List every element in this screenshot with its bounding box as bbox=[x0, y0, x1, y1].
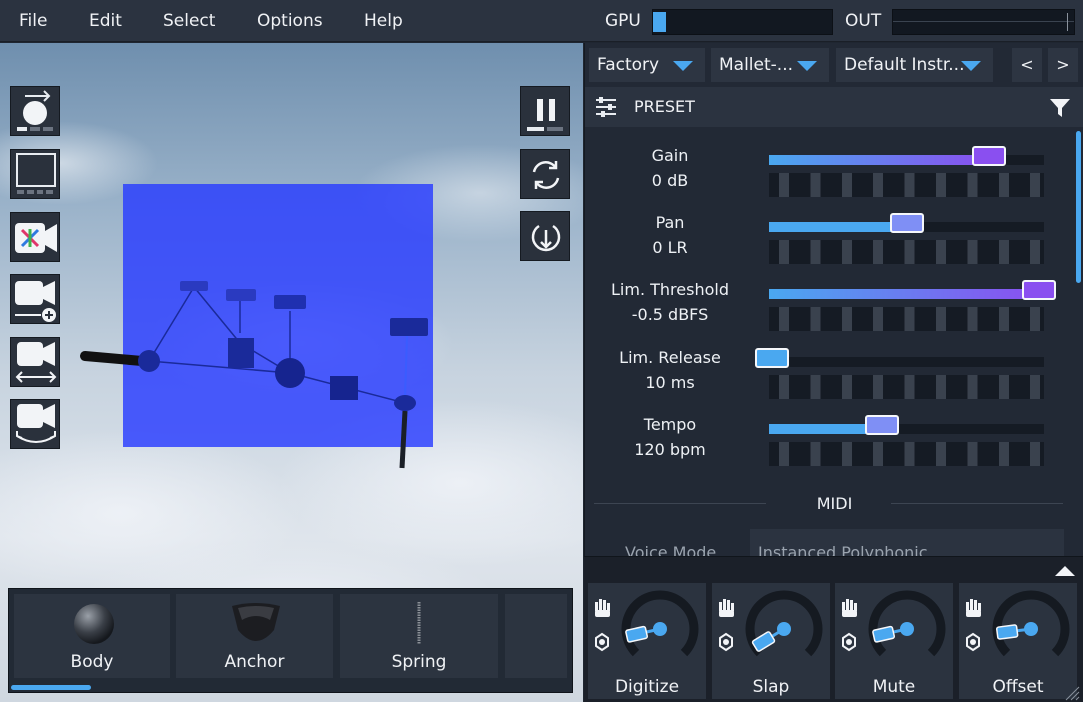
bank-dropdown-value: Factory bbox=[597, 55, 660, 75]
param-slider-knob[interactable] bbox=[1021, 280, 1056, 300]
macro-knob[interactable] bbox=[959, 583, 1077, 675]
anchor-icon bbox=[232, 603, 280, 641]
out-label: OUT bbox=[845, 11, 882, 31]
param-slider[interactable] bbox=[769, 415, 1044, 435]
menu-edit[interactable]: Edit bbox=[89, 11, 122, 31]
hexagon-icon bbox=[842, 632, 856, 652]
palette-item-spring[interactable]: Spring bbox=[340, 594, 498, 678]
gpu-label: GPU bbox=[605, 11, 641, 31]
hand-icon bbox=[719, 599, 734, 617]
macro-slap: Slap bbox=[712, 583, 830, 699]
param-slider[interactable] bbox=[754, 348, 1044, 368]
macro-mute: Mute bbox=[835, 583, 953, 699]
macro-label: Offset bbox=[992, 677, 1044, 697]
bank-dropdown[interactable]: Factory bbox=[589, 48, 705, 82]
hand-icon bbox=[966, 599, 981, 617]
palette-item-anchor[interactable]: Anchor bbox=[176, 594, 333, 678]
param-modulation-strip[interactable] bbox=[769, 375, 1044, 399]
menu-options[interactable]: Options bbox=[257, 11, 323, 31]
menu-select[interactable]: Select bbox=[163, 11, 215, 31]
preset-dropdown[interactable]: Default Instr... bbox=[836, 48, 993, 82]
param-slider-fill bbox=[769, 222, 907, 232]
palette-item-more[interactable] bbox=[505, 594, 567, 678]
next-preset-button[interactable]: > bbox=[1048, 48, 1078, 82]
param-name: Gain bbox=[651, 146, 689, 165]
palette-item-body[interactable]: Body bbox=[14, 594, 170, 678]
param-name: Lim. Threshold bbox=[611, 280, 729, 299]
spring-icon bbox=[417, 602, 421, 644]
preset-dropdown-value: Default Instr... bbox=[844, 55, 965, 75]
param-modulation-strip[interactable] bbox=[769, 240, 1044, 264]
param-value: -0.5 dBFS bbox=[631, 305, 709, 324]
macro-label: Slap bbox=[752, 677, 790, 697]
out-meter bbox=[892, 9, 1075, 35]
param-value: 10 ms bbox=[645, 373, 695, 392]
sliders-icon bbox=[596, 97, 616, 117]
filter-icon[interactable] bbox=[1049, 97, 1071, 119]
param-slider[interactable] bbox=[769, 146, 1044, 166]
menu-bar: File Edit Select Options Help GPU OUT bbox=[0, 0, 1083, 42]
param-name: Tempo bbox=[643, 415, 697, 434]
macro-digitize: Digitize bbox=[588, 583, 706, 699]
macro-knob[interactable] bbox=[835, 583, 953, 675]
macro-label: Digitize bbox=[614, 677, 680, 697]
hexagon-icon bbox=[966, 632, 980, 652]
resize-grip-icon[interactable] bbox=[1062, 685, 1080, 701]
sphere-icon bbox=[74, 604, 114, 644]
param-modulation-strip[interactable] bbox=[769, 173, 1044, 197]
chevron-down-icon bbox=[797, 61, 817, 71]
param-slider-knob[interactable] bbox=[864, 415, 899, 435]
macro-section: Digitize Slap Mute Offset bbox=[584, 556, 1083, 702]
param-slider-knob[interactable] bbox=[972, 146, 1006, 166]
param-slider[interactable] bbox=[769, 213, 1044, 233]
gpu-meter bbox=[652, 9, 833, 35]
hand-icon bbox=[842, 599, 857, 617]
macro-label: Mute bbox=[872, 677, 916, 697]
hexagon-icon bbox=[719, 632, 733, 652]
palette-scrollbar[interactable] bbox=[11, 685, 91, 690]
chevron-down-icon bbox=[673, 61, 693, 71]
prev-preset-button[interactable]: < bbox=[1012, 48, 1042, 82]
preset-header: PRESET bbox=[585, 87, 1083, 127]
macro-knob[interactable] bbox=[712, 583, 830, 675]
chevron-down-icon bbox=[961, 61, 981, 71]
macro-offset: Offset bbox=[959, 583, 1077, 699]
collapse-up-icon[interactable] bbox=[1054, 565, 1076, 577]
object-palette: Body Anchor Spring bbox=[8, 588, 573, 693]
palette-item-label: Anchor bbox=[224, 652, 285, 672]
param-modulation-strip[interactable] bbox=[769, 307, 1044, 331]
param-value: 120 bpm bbox=[634, 440, 706, 459]
macro-knob[interactable] bbox=[588, 583, 706, 675]
param-modulation-strip[interactable] bbox=[769, 442, 1044, 466]
simulation-viewport[interactable]: Body Anchor Spring bbox=[0, 43, 583, 702]
param-slider-knob[interactable] bbox=[889, 213, 924, 233]
param-slider-fill bbox=[769, 155, 989, 165]
panel-scrollbar[interactable] bbox=[1076, 131, 1081, 283]
menu-file[interactable]: File bbox=[19, 11, 47, 31]
param-slider[interactable] bbox=[769, 280, 1056, 300]
category-dropdown-value: Mallet-... bbox=[719, 55, 794, 75]
param-value: 0 LR bbox=[652, 238, 688, 257]
param-name: Lim. Release bbox=[619, 348, 721, 367]
divider bbox=[891, 503, 1063, 504]
hand-icon bbox=[595, 599, 610, 617]
hexagon-icon bbox=[595, 632, 609, 652]
palette-item-label: Body bbox=[70, 652, 114, 672]
mallet-instrument-model[interactable] bbox=[0, 43, 583, 523]
param-value: 0 dB bbox=[651, 171, 689, 190]
palette-item-label: Spring bbox=[391, 652, 447, 672]
param-name: Pan bbox=[655, 213, 685, 232]
param-slider-fill bbox=[769, 289, 1039, 299]
preset-title: PRESET bbox=[634, 97, 695, 116]
menu-help[interactable]: Help bbox=[364, 11, 403, 31]
gpu-meter-fill bbox=[653, 12, 666, 32]
param-slider-knob[interactable] bbox=[754, 348, 789, 368]
category-dropdown[interactable]: Mallet-... bbox=[711, 48, 829, 82]
